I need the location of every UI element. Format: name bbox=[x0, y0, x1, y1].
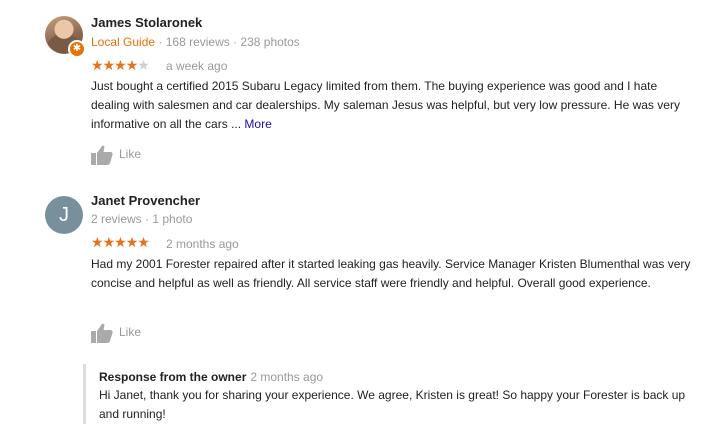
owner-response-title: Response from the owner bbox=[99, 370, 247, 384]
review-text-content: Just bought a certified 2015 Subaru Lega… bbox=[91, 79, 680, 131]
star-icon: ★ bbox=[102, 57, 116, 73]
star-icon: ★ bbox=[125, 234, 139, 250]
like-label: Like bbox=[119, 147, 142, 162]
star-icon: ★ bbox=[114, 234, 127, 250]
local-guide-label[interactable]: Local Guide bbox=[91, 35, 155, 49]
review-date: a week ago bbox=[166, 59, 228, 73]
like-button[interactable]: Like bbox=[91, 323, 141, 343]
thumbs-up-icon bbox=[91, 323, 113, 343]
more-link[interactable]: More bbox=[244, 117, 271, 131]
thumbs-up-icon bbox=[91, 145, 113, 165]
like-button[interactable]: Like bbox=[91, 145, 141, 165]
owner-response-text: Hi Janet, thank you for sharing your exp… bbox=[99, 388, 686, 421]
review-text: Just bought a certified 2015 Subaru Lega… bbox=[91, 77, 691, 134]
reviewer-meta: Local Guide · 168 reviews · 238 photos bbox=[91, 35, 300, 49]
owner-response-date: 2 months ago bbox=[250, 370, 324, 384]
star-icon: ★ bbox=[102, 234, 116, 250]
star-icon: ★ bbox=[125, 57, 139, 73]
reviewer-avatar[interactable]: J bbox=[45, 196, 83, 234]
local-guide-badge-icon: ✱ bbox=[68, 40, 86, 58]
like-label: Like bbox=[119, 325, 142, 340]
star-icon: ★ bbox=[114, 57, 127, 73]
star-icon: ★ bbox=[137, 234, 150, 250]
owner-response: Response from the owner 2 months ago Hi J… bbox=[83, 364, 686, 424]
review-date: 2 months ago bbox=[166, 237, 239, 251]
review-text: Had my 2001 Forester repaired after it s… bbox=[91, 257, 691, 290]
reviewer-stats: · 168 reviews · 238 photos bbox=[158, 35, 300, 49]
reviewer-name[interactable]: James Stolaronek bbox=[91, 15, 202, 30]
star-icon: ★ bbox=[137, 57, 150, 73]
reviewer-stats: 2 reviews · 1 photo bbox=[91, 212, 193, 226]
star-rating: ★★★★★ bbox=[91, 234, 150, 251]
star-rating: ★★★★★ bbox=[91, 57, 150, 74]
owner-response-header: Response from the owner 2 months ago bbox=[99, 370, 323, 384]
star-icon: ★ bbox=[91, 234, 104, 250]
star-icon: ★ bbox=[91, 57, 104, 73]
reviewer-name[interactable]: Janet Provencher bbox=[91, 193, 200, 208]
